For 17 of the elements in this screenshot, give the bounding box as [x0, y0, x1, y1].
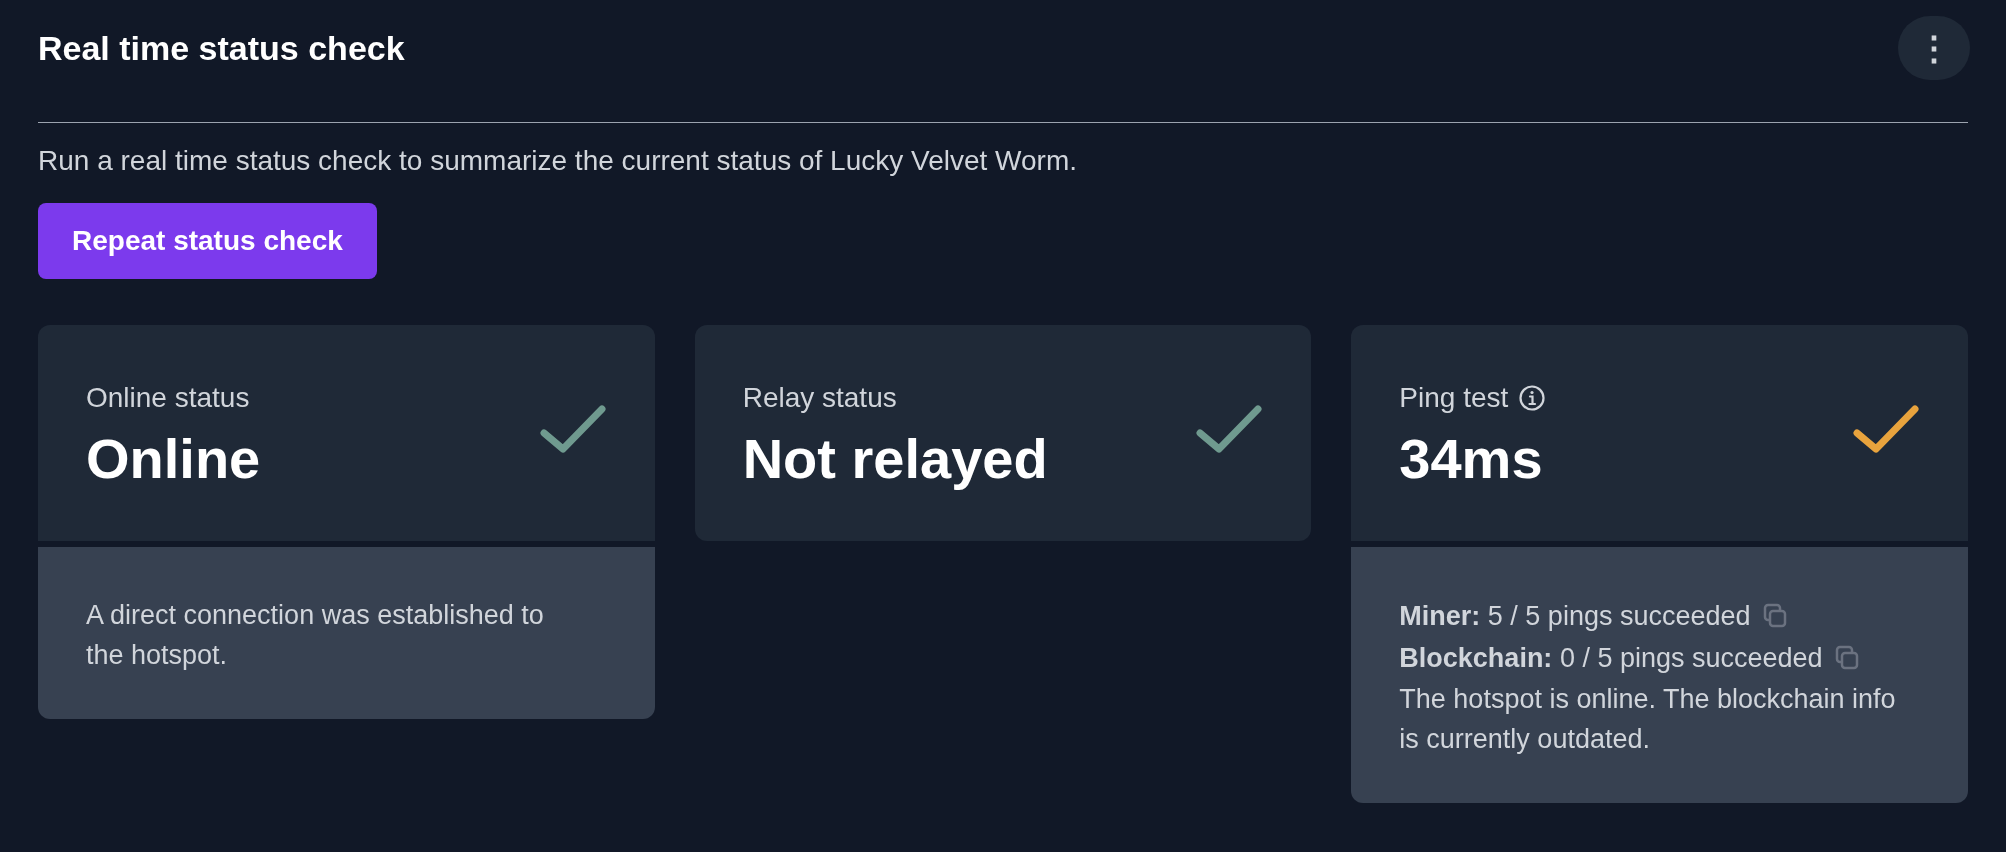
info-icon[interactable]: [1518, 384, 1547, 412]
repeat-status-check-button[interactable]: Repeat status check: [38, 203, 377, 279]
card-value: 34ms: [1399, 426, 1544, 492]
description: Run a real time status check to summarize the current status of Lucky Velvet Worm.: [38, 144, 1078, 178]
status-description: The hotspot is online. The blockchain info is currently outdated.: [1399, 683, 1897, 756]
status-description: A direct connection was established to the hotspot.: [86, 599, 545, 672]
card-value: Online: [86, 426, 261, 492]
card-label: Online status: [86, 381, 250, 415]
more-options-button[interactable]: ⋮: [1898, 16, 1970, 80]
ping-result: Blockchain: 0 / 5 pings succeeded: [1399, 642, 1823, 675]
copy-icon[interactable]: [1834, 645, 1859, 671]
card-label: Ping test: [1399, 381, 1509, 415]
ping-result: Miner: 5 / 5 pings succeeded: [1399, 600, 1751, 633]
section-title: Real time status check: [38, 27, 405, 69]
card-value: Not relayed: [742, 426, 1048, 492]
copy-icon[interactable]: [1762, 603, 1787, 629]
card-label: Relay status: [742, 381, 897, 415]
